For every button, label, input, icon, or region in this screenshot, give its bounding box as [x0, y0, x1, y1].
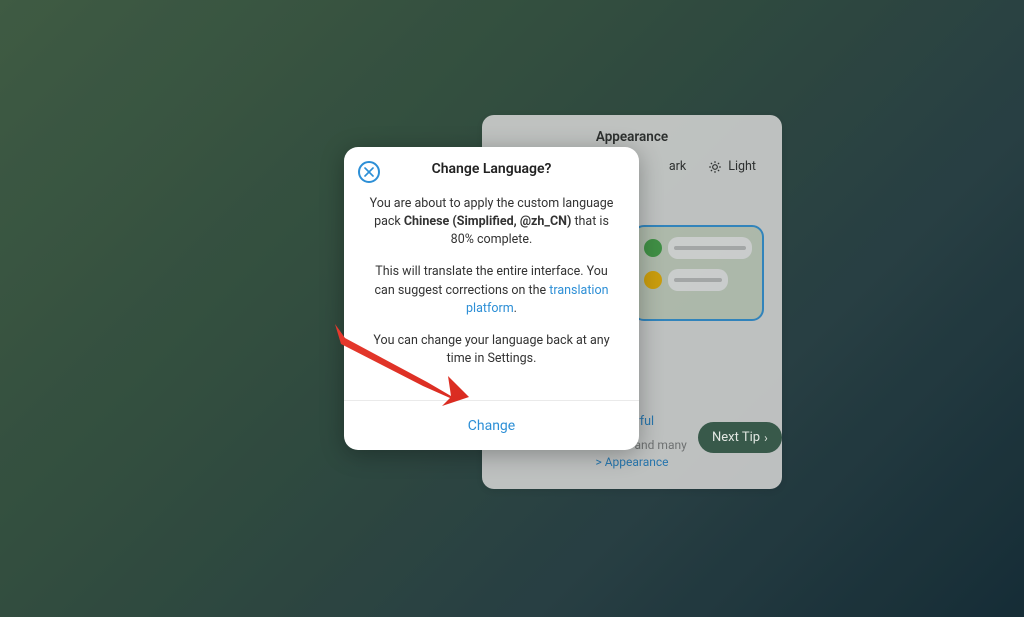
- dialog-title: Change Language?: [360, 161, 623, 177]
- theme-light-label: Light: [728, 159, 756, 174]
- change-language-dialog: Change Language? You are about to apply …: [344, 147, 639, 450]
- dialog-footer: Change: [344, 400, 639, 450]
- preview-bubble-row: [644, 237, 752, 259]
- next-tip-button[interactable]: Next Tip ›: [698, 422, 782, 453]
- chevron-right-icon: ›: [764, 432, 768, 444]
- dialog-paragraph-3: You can change your language back at any…: [366, 332, 617, 368]
- sun-icon: [708, 160, 722, 174]
- appearance-footer-link[interactable]: > Appearance: [595, 455, 668, 469]
- theme-light-option[interactable]: Light: [708, 159, 756, 174]
- change-button[interactable]: Change: [468, 418, 515, 434]
- appearance-title: Appearance: [500, 129, 764, 145]
- avatar-icon: [644, 239, 662, 257]
- avatar-icon: [644, 271, 662, 289]
- dialog-body: You are about to apply the custom langua…: [344, 191, 639, 400]
- next-tip-label: Next Tip: [712, 430, 760, 445]
- close-icon: [364, 167, 374, 177]
- chat-bubble-preview: [668, 237, 752, 259]
- close-button[interactable]: [358, 161, 380, 183]
- preview-bubble-row: [644, 269, 752, 291]
- chat-bubble-preview: [668, 269, 728, 291]
- theme-dark-label: ark: [669, 159, 686, 174]
- dialog-paragraph-1: You are about to apply the custom langua…: [366, 195, 617, 249]
- preview-colorful-tile[interactable]: [632, 225, 764, 321]
- dialog-paragraph-2: This will translate the entire interface…: [366, 263, 617, 317]
- dialog-header: Change Language?: [344, 147, 639, 191]
- theme-dark-option[interactable]: ark: [669, 159, 686, 174]
